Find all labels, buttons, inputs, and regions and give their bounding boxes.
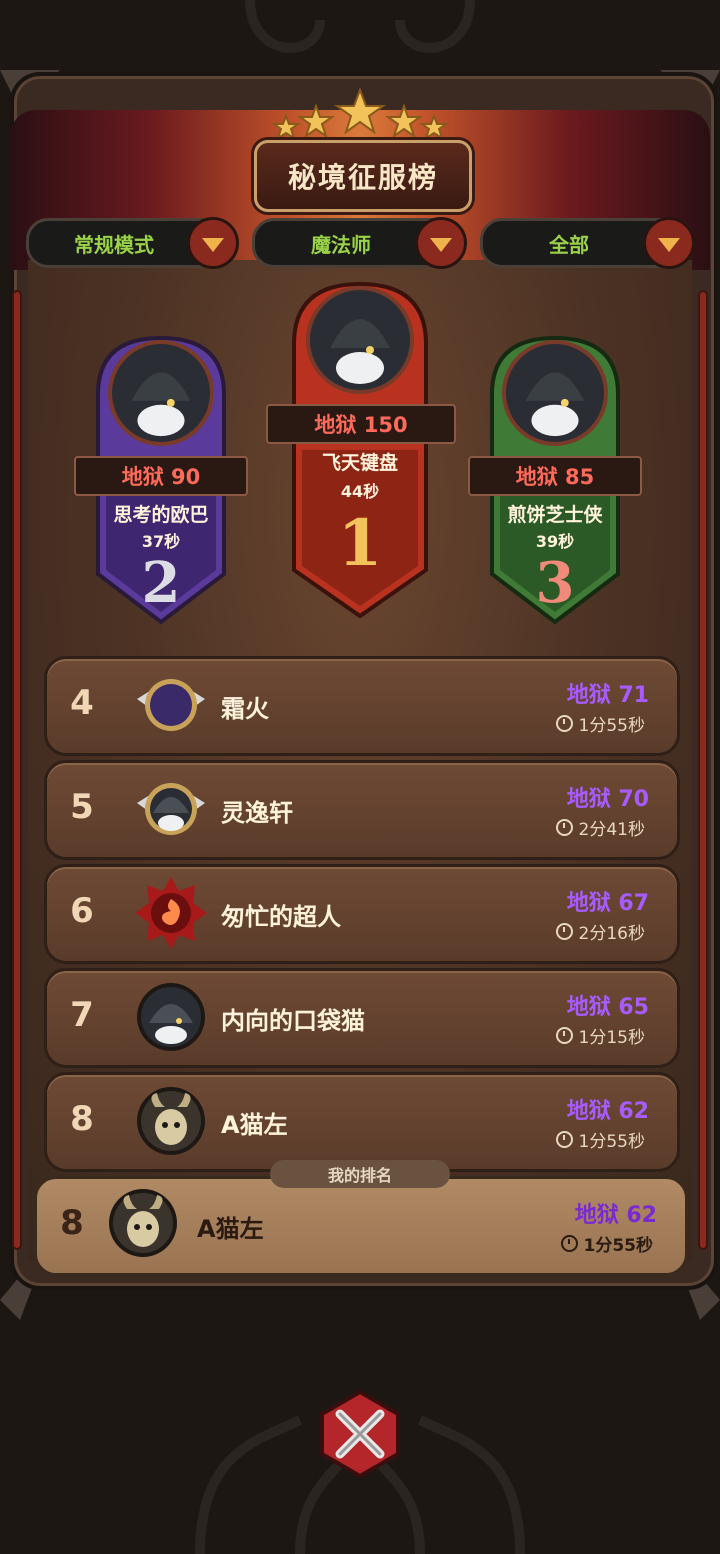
row-time: 1分55秒 — [555, 1127, 645, 1152]
row-rank: 7 — [70, 995, 94, 1035]
podium-first-name: 飞天键盘 — [321, 452, 398, 474]
frame-side-right — [698, 290, 708, 1250]
row-hell-level: 地狱 62 — [566, 1099, 649, 1124]
class-filter-dropdown[interactable]: 魔法师 — [252, 217, 467, 269]
chevron-down-icon[interactable] — [415, 217, 467, 269]
row-rank: 6 — [70, 891, 94, 931]
podium-third-hell: 地狱 85 — [468, 456, 642, 496]
row-player-name: A猫左 — [221, 1111, 288, 1139]
podium-third-name: 煎饼芝士侠 — [507, 504, 603, 526]
my-time: 1分55秒 — [560, 1231, 654, 1256]
podium-third[interactable]: 地狱 85 煎饼芝士侠 39秒 3 — [468, 334, 642, 626]
frame-side-left — [12, 290, 22, 1250]
row-rank: 8 — [70, 1099, 94, 1139]
wizard-hat-avatar — [306, 286, 414, 394]
row-time-text: 1分55秒 — [578, 716, 645, 736]
row-time-text: 1分55秒 — [578, 1132, 645, 1152]
row-time: 2分16秒 — [555, 919, 645, 944]
row-time-text: 2分16秒 — [578, 924, 645, 944]
my-time-text: 1分55秒 — [583, 1236, 654, 1256]
row-time: 2分41秒 — [555, 815, 645, 840]
podium-second-hell: 地狱 90 — [74, 456, 248, 496]
mode-filter-dropdown[interactable]: 常规模式 — [26, 217, 239, 269]
row-player-name: 内向的口袋猫 — [221, 1007, 365, 1035]
page-title: 秘境征服榜 — [254, 140, 472, 212]
leaderboard-row[interactable]: 7 内向的口袋猫 地狱 65 1分15秒 — [44, 968, 680, 1068]
row-time: 1分15秒 — [555, 1023, 645, 1048]
wizard-hat-avatar — [108, 340, 214, 446]
leaderboard-row[interactable]: 6 匆忙的超人 地狱 67 2分16秒 — [44, 864, 680, 964]
podium-first-time: 44秒 — [340, 482, 380, 501]
podium-third-time: 39秒 — [535, 532, 575, 551]
podium-third-rank: 3 — [535, 550, 575, 616]
horned-imp-avatar-icon — [109, 1189, 177, 1257]
my-rank-row[interactable]: 8 A猫左 地狱 62 1分55秒 — [34, 1176, 688, 1276]
podium-second[interactable]: 地狱 90 思考的欧巴 37秒 2 — [74, 334, 248, 626]
wizard-hat-avatar-icon — [137, 983, 205, 1051]
row-player-name: 霜火 — [221, 695, 269, 723]
my-hell-level: 地狱 62 — [574, 1203, 657, 1228]
my-player-name: A猫左 — [197, 1215, 264, 1243]
podium-first[interactable]: 地狱 150 飞天键盘 44秒 1 — [266, 280, 456, 620]
fire-swirl-emblem-icon — [135, 877, 207, 949]
row-player-name: 灵逸轩 — [221, 799, 293, 827]
clock-icon — [555, 1027, 573, 1044]
wizard-hat-avatar-icon — [137, 783, 205, 835]
row-hell-level: 地狱 67 — [566, 891, 649, 916]
podium-first-rank: 1 — [337, 506, 383, 581]
clock-icon — [560, 1235, 578, 1252]
row-hell-level: 地狱 65 — [566, 995, 649, 1020]
clock-icon — [555, 715, 573, 732]
frost-moon-emblem-icon — [137, 679, 205, 731]
row-hell-level: 地狱 71 — [566, 683, 649, 708]
podium-first-hell: 地狱 150 — [266, 404, 456, 444]
podium-second-time: 37秒 — [141, 532, 181, 551]
clock-icon — [555, 923, 573, 940]
my-rank-number: 8 — [60, 1203, 84, 1243]
row-time-text: 1分15秒 — [578, 1028, 645, 1048]
row-time-text: 2分41秒 — [578, 820, 645, 840]
leaderboard-row[interactable]: 5 灵逸轩 地狱 70 2分41秒 — [44, 760, 680, 860]
horned-imp-avatar-icon — [137, 1087, 205, 1155]
clock-icon — [555, 819, 573, 836]
wizard-hat-avatar — [502, 340, 608, 446]
podium-second-name: 思考的欧巴 — [113, 504, 209, 526]
podium-second-rank: 2 — [141, 550, 181, 616]
my-rank-tag: 我的排名 — [270, 1160, 450, 1188]
close-icon[interactable] — [316, 1390, 404, 1478]
chevron-down-icon[interactable] — [643, 217, 695, 269]
scope-filter-dropdown[interactable]: 全部 — [480, 217, 695, 269]
star-rating-icon — [270, 88, 450, 141]
leaderboard-row[interactable]: 8 A猫左 地狱 62 1分55秒 — [44, 1072, 680, 1172]
row-hell-level: 地狱 70 — [566, 787, 649, 812]
page-title-text: 秘境征服榜 — [287, 161, 438, 194]
row-player-name: 匆忙的超人 — [221, 903, 341, 931]
row-rank: 5 — [70, 787, 94, 827]
row-time: 1分55秒 — [555, 711, 645, 736]
row-rank: 4 — [70, 683, 94, 723]
clock-icon — [555, 1131, 573, 1148]
leaderboard-row[interactable]: 4 霜火 地狱 71 1分55秒 — [44, 656, 680, 756]
chevron-down-icon[interactable] — [187, 217, 239, 269]
